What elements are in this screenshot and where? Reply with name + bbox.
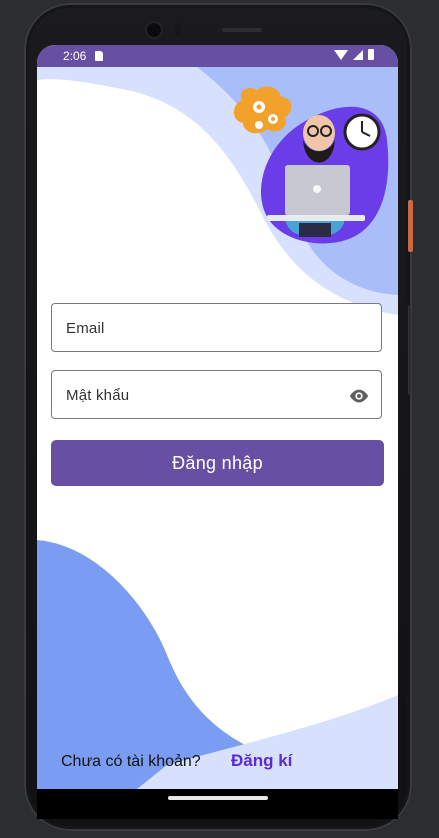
battery-icon — [368, 49, 374, 60]
login-button[interactable]: Đăng nhập — [51, 440, 384, 486]
sd-card-icon — [95, 51, 103, 61]
register-link[interactable]: Đăng kí — [231, 751, 292, 771]
signal-icon — [353, 49, 363, 60]
eye-icon[interactable] — [348, 385, 370, 407]
email-field[interactable]: Email — [51, 303, 382, 352]
volume-button — [408, 305, 411, 395]
earpiece-speaker — [222, 28, 262, 32]
home-indicator[interactable] — [168, 796, 268, 800]
email-label: Email — [66, 320, 105, 337]
front-camera — [147, 23, 161, 37]
status-icons — [334, 49, 374, 60]
app-screen: 2:06 Email Mật khẩu Đăng nhập Chưa có tà… — [37, 45, 398, 789]
power-button — [408, 200, 413, 252]
wifi-icon — [334, 49, 348, 60]
password-label: Mật khẩu — [66, 387, 130, 404]
navigation-bar — [37, 789, 398, 819]
proximity-sensor — [175, 23, 181, 37]
password-field[interactable]: Mật khẩu — [51, 370, 382, 419]
no-account-text: Chưa có tài khoản? — [61, 753, 201, 770]
status-time: 2:06 — [63, 49, 87, 63]
status-bar: 2:06 — [37, 45, 398, 67]
